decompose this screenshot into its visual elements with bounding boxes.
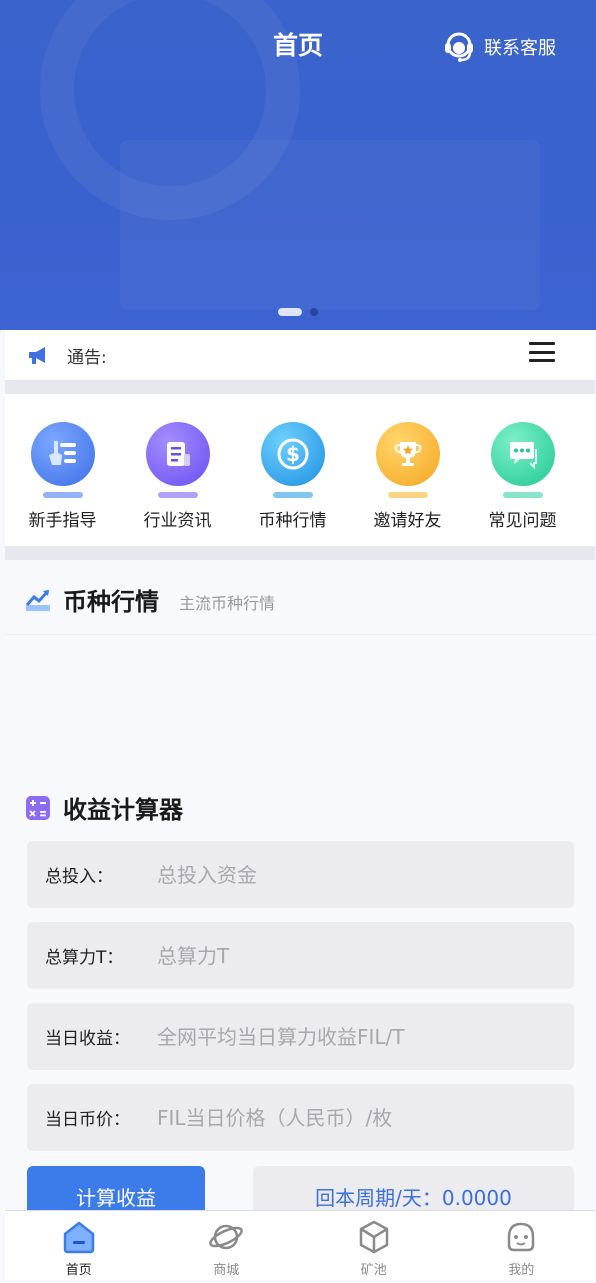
section-divider <box>5 546 595 560</box>
field-label: 总算力T： <box>45 948 124 968</box>
market-section: 币种行情 主流币种行情 <box>5 560 595 770</box>
tab-home[interactable]: 首页 <box>5 1211 153 1280</box>
quick-entry-label: 常见问题 <box>488 511 557 531</box>
quick-entry-news[interactable]: 行业资讯 <box>120 394 235 546</box>
total-investment-field[interactable]: 总投入： <box>27 841 574 908</box>
field-label: 当日收益： <box>45 1029 130 1049</box>
icon-shadow <box>157 492 198 498</box>
trophy-icon <box>375 422 440 486</box>
total-investment-input[interactable] <box>157 862 547 887</box>
market-header: 币种行情 主流币种行情 <box>25 582 275 617</box>
planet-icon <box>209 1224 244 1250</box>
app-root: 首页 联系客服 通告: 新手指导 行业资讯 $ 币种行情 邀请好友 常见问题 币… <box>0 0 596 1283</box>
tab-mall[interactable]: 商城 <box>153 1211 301 1280</box>
calculator-header: 收益计算器 <box>25 790 183 825</box>
carousel-dot-active[interactable] <box>278 308 302 316</box>
notice-bar: 通告: <box>5 330 595 380</box>
dollar-coin-icon: $ <box>260 422 325 486</box>
guide-icon <box>30 422 95 486</box>
quick-entry-faq[interactable]: 常见问题 <box>465 394 580 546</box>
tab-label: 矿池 <box>360 1263 387 1278</box>
news-icon <box>145 422 210 486</box>
icon-shadow <box>387 492 428 498</box>
field-label: 总投入： <box>45 867 113 887</box>
quick-entry-market[interactable]: $ 币种行情 <box>235 394 350 546</box>
customer-service-label: 联系客服 <box>484 38 556 59</box>
carousel-indicator <box>278 308 318 316</box>
banner-carousel[interactable]: 首页 联系客服 <box>0 0 596 330</box>
headset-icon <box>445 32 473 62</box>
daily-earnings-field[interactable]: 当日收益： <box>27 1003 574 1070</box>
tab-label: 商城 <box>213 1263 240 1278</box>
chat-icon <box>490 422 555 486</box>
cube-icon <box>359 1220 388 1254</box>
quick-entry-label: 邀请好友 <box>373 511 442 531</box>
divider <box>5 634 595 635</box>
quick-entry-guide[interactable]: 新手指导 <box>5 394 120 546</box>
megaphone-icon <box>29 347 45 364</box>
menu-icon[interactable] <box>529 339 555 365</box>
total-hashrate-field[interactable]: 总算力T： <box>27 922 574 989</box>
quick-entry-label: 币种行情 <box>258 511 327 531</box>
icon-shadow <box>502 492 543 498</box>
market-subtitle: 主流币种行情 <box>179 593 276 613</box>
tab-mine[interactable]: 我的 <box>448 1211 596 1280</box>
trend-chart-icon <box>25 589 50 611</box>
user-face-icon <box>508 1222 535 1252</box>
bottom-tab-bar: 首页 商城 矿池 我的 <box>5 1210 595 1280</box>
calculator-title: 收益计算器 <box>63 796 183 824</box>
carousel-dot[interactable] <box>310 308 318 316</box>
quick-entry-label: 新手指导 <box>28 511 97 531</box>
icon-shadow <box>272 492 313 498</box>
customer-service-button[interactable]: 联系客服 <box>442 30 556 64</box>
total-hashrate-input[interactable] <box>157 943 547 968</box>
home-icon <box>63 1221 94 1254</box>
tab-label: 我的 <box>508 1263 535 1278</box>
daily-price-input[interactable] <box>157 1105 547 1130</box>
quick-entry-invite[interactable]: 邀请好友 <box>350 394 465 546</box>
market-title: 币种行情 <box>63 588 159 616</box>
notice-label: 通告: <box>67 347 107 368</box>
quick-entry-grid: 新手指导 行业资讯 $ 币种行情 邀请好友 常见问题 <box>5 394 595 546</box>
tab-mining-pool[interactable]: 矿池 <box>300 1211 448 1280</box>
icon-shadow <box>42 492 83 498</box>
svg-text:$: $ <box>286 442 300 466</box>
calculator-icon <box>26 795 50 820</box>
field-label: 当日币价： <box>45 1110 130 1130</box>
tab-label: 首页 <box>65 1263 92 1278</box>
quick-entry-label: 行业资讯 <box>143 511 212 531</box>
section-divider <box>5 380 595 394</box>
earnings-calculator: 收益计算器 总投入： 总算力T： 当日收益： 当日币价： 计算收益 回本周期/天… <box>5 770 595 1226</box>
daily-price-field[interactable]: 当日币价： <box>27 1084 574 1151</box>
daily-earnings-input[interactable] <box>157 1024 547 1049</box>
banner-decoration <box>120 140 540 310</box>
